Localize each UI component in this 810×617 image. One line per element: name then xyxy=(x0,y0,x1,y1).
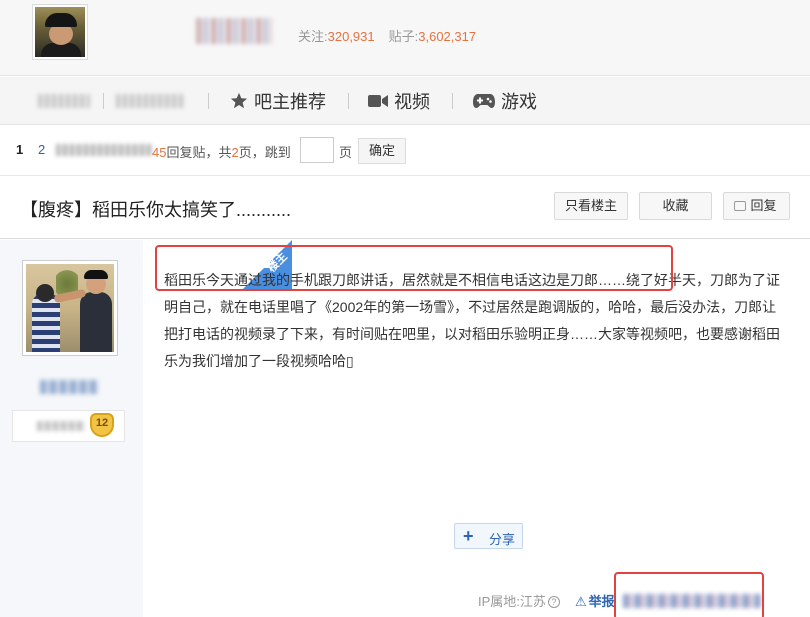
page-links-blurred[interactable] xyxy=(56,144,152,156)
reply-suffix: 回复贴，共 xyxy=(166,145,232,160)
nav-divider xyxy=(103,93,104,109)
page-jump-confirm-button[interactable]: 确定 xyxy=(358,138,406,164)
author-name-blurred[interactable] xyxy=(40,380,98,394)
reply-button-label: 回复 xyxy=(750,198,777,213)
thread-title: 【腹疼】稻田乐你太搞笑了........... xyxy=(20,200,292,220)
nav-divider xyxy=(208,93,209,109)
level-title-blurred xyxy=(37,421,85,431)
ip-location-text: IP属地:江苏 xyxy=(478,594,546,609)
nav-label-games: 游戏 xyxy=(501,92,537,112)
nav-divider xyxy=(452,93,453,109)
nav-divider xyxy=(348,93,349,109)
nav-item-video[interactable]: 视频 xyxy=(368,89,430,113)
posts-label: 贴子: xyxy=(388,29,419,44)
video-camera-icon xyxy=(368,95,388,107)
favorite-button[interactable]: 收藏 xyxy=(639,192,712,220)
warning-icon: ⚠ xyxy=(575,594,587,609)
page-label: 页 xyxy=(339,145,353,160)
nav-item-recommend[interactable]: 吧主推荐 xyxy=(230,89,326,113)
report-label: 举报 xyxy=(588,594,615,609)
level-number: 12 xyxy=(95,417,109,429)
nav-item-blurred-2[interactable] xyxy=(116,94,184,108)
ip-location: IP属地:江苏? xyxy=(478,591,560,610)
reply-button[interactable]: 回复 xyxy=(723,192,790,220)
total-pages: 2 xyxy=(231,145,239,160)
forum-header: 关注:320,931 贴子:3,602,317 xyxy=(0,0,810,76)
post-content: 楼主 稻田乐今天通过我的手机跟刀郎讲话，居然就是不相信电话这边是刀郎……绕了好半… xyxy=(143,240,810,617)
forum-stats: 关注:320,931 贴子:3,602,317 xyxy=(298,26,476,45)
pagination-bar: 1 2 45回复贴，共2页，跳到 页 确定 xyxy=(0,126,810,176)
nav-item-blurred-1[interactable] xyxy=(38,94,90,108)
nav-item-games[interactable]: 游戏 xyxy=(473,89,537,113)
level-badge-icon: 12 xyxy=(90,413,114,437)
follow-label: 关注: xyxy=(298,29,328,44)
plus-icon: + xyxy=(463,526,474,546)
page-jump-input[interactable] xyxy=(300,137,334,163)
page-current: 1 xyxy=(16,142,24,157)
post-body: 稻田乐今天通过我的手机跟刀郎讲话，居然就是不相信电话这边是刀郎……绕了好半天，刀… xyxy=(164,272,780,369)
help-icon[interactable]: ? xyxy=(547,596,560,608)
thread-title-bar: 【腹疼】稻田乐你太搞笑了........... 只看楼主 收藏 回复 xyxy=(0,177,810,239)
reply-summary: 45回复贴，共2页，跳到 xyxy=(152,142,291,161)
pages-suffix: 页，跳到 xyxy=(238,145,291,160)
share-button[interactable]: + 分享 xyxy=(454,523,523,549)
post-meta-blurred xyxy=(623,594,761,608)
report-button[interactable]: ⚠ 举报 xyxy=(575,591,615,610)
forum-nav: 吧主推荐 视频 游戏 xyxy=(0,77,810,125)
nav-label-recommend: 吧主推荐 xyxy=(254,92,326,112)
gamepad-icon xyxy=(473,94,495,108)
star-icon xyxy=(230,92,248,109)
comment-icon xyxy=(734,201,746,211)
author-avatar[interactable] xyxy=(22,260,118,356)
page-link-2[interactable]: 2 xyxy=(38,142,45,157)
author-level-box: 12 xyxy=(12,410,125,442)
nav-label-video: 视频 xyxy=(394,92,430,112)
forum-name-blurred[interactable] xyxy=(196,18,272,44)
forum-avatar[interactable] xyxy=(32,4,88,60)
follow-count: 320,931 xyxy=(327,29,375,44)
only-author-button[interactable]: 只看楼主 xyxy=(554,192,628,220)
post-author-sidebar: 12 xyxy=(0,240,143,617)
reply-count: 45 xyxy=(152,145,167,160)
posts-count: 3,602,317 xyxy=(418,29,477,44)
share-label: 分享 xyxy=(489,532,516,547)
